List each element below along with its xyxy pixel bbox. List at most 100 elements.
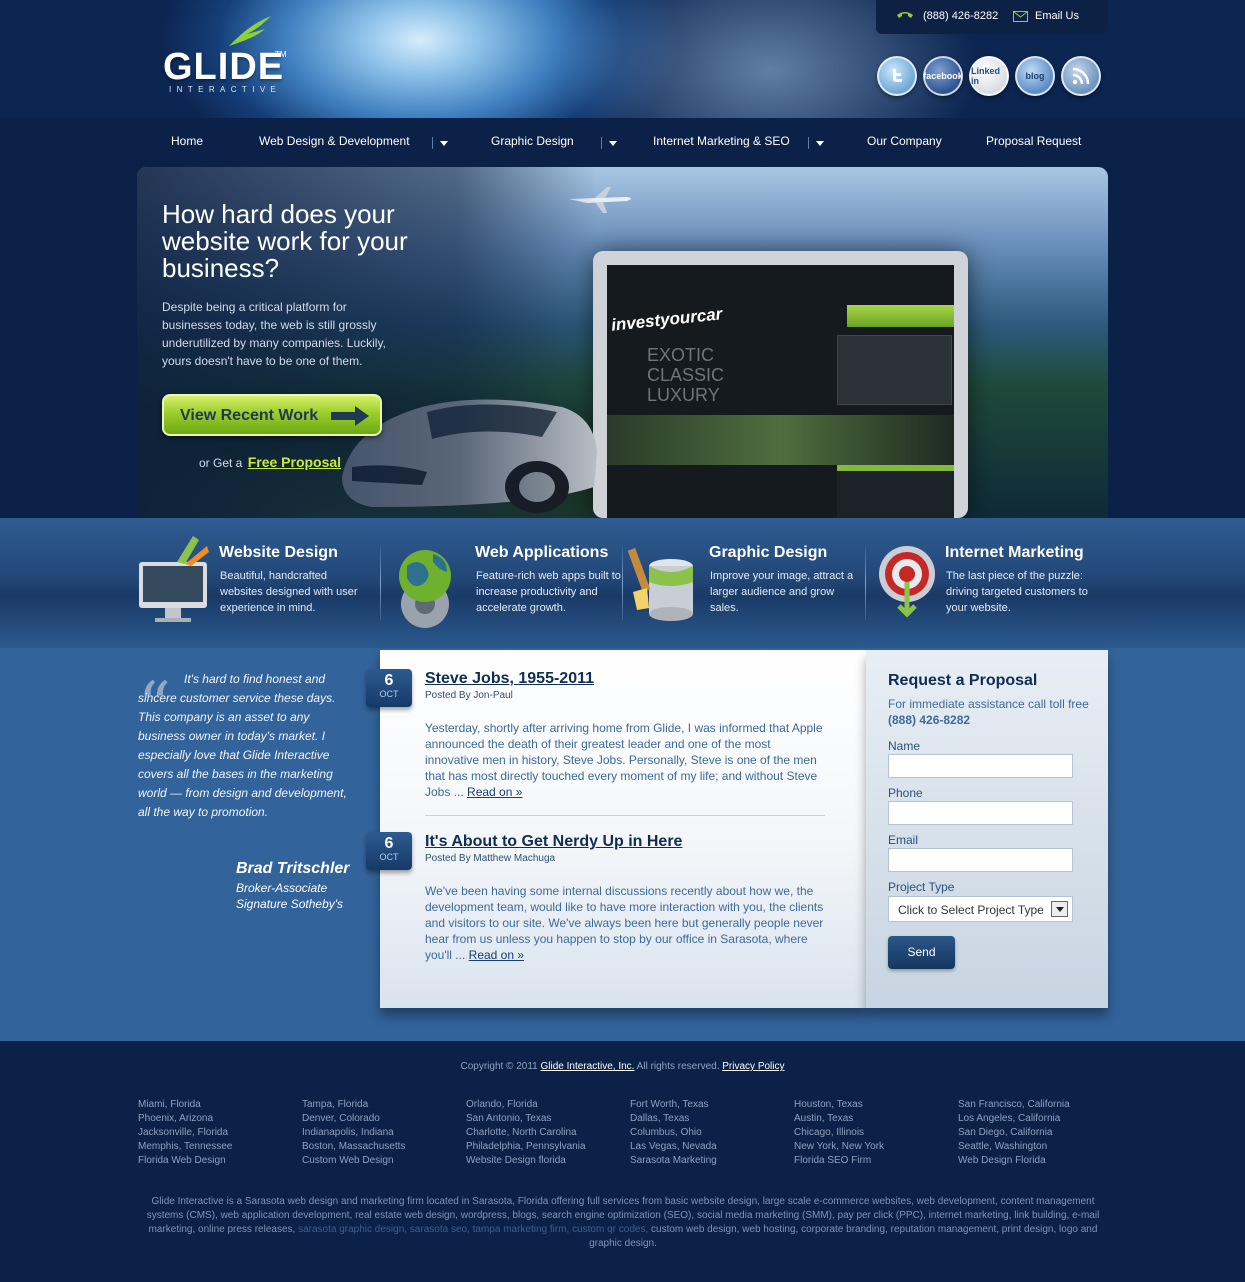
city-link[interactable]: Sarasota Marketing bbox=[630, 1154, 790, 1168]
rights-text: All rights reserved. bbox=[636, 1061, 720, 1072]
read-on-link[interactable]: Read on » bbox=[467, 785, 522, 799]
nav-proposal-request[interactable]: Proposal Request bbox=[986, 134, 1081, 148]
post-title-link[interactable]: Steve Jobs, 1955-2011 bbox=[425, 670, 594, 688]
city-link[interactable]: Boston, Massachusetts bbox=[302, 1140, 462, 1154]
rss-icon[interactable] bbox=[1061, 56, 1101, 96]
privacy-policy-link[interactable]: Privacy Policy bbox=[722, 1061, 784, 1072]
hero-banner: investyourcar EXOTIC CLASSIC LUXURY How … bbox=[137, 167, 1108, 518]
project-type-select[interactable]: Click to Select Project Type bbox=[888, 896, 1073, 922]
facebook-icon[interactable]: facebook bbox=[923, 56, 963, 96]
city-link[interactable]: Columbus, Ohio bbox=[630, 1126, 790, 1140]
free-proposal-link[interactable]: Free Proposal bbox=[248, 454, 341, 470]
blog-icon[interactable]: blog bbox=[1015, 56, 1055, 96]
city-link[interactable]: Las Vegas, Nevada bbox=[630, 1140, 790, 1154]
city-link[interactable]: Charlotte, North Carolina bbox=[466, 1126, 626, 1140]
name-field[interactable] bbox=[888, 754, 1073, 778]
send-button[interactable]: Send bbox=[888, 936, 955, 969]
city-column: Orlando, Florida San Antonio, Texas Charlo… bbox=[466, 1098, 626, 1168]
project-type-label: Project Type bbox=[888, 880, 955, 894]
company-link[interactable]: Glide Interactive, Inc. bbox=[541, 1061, 635, 1072]
about-links[interactable]: sarasota graphic design, sarasota seo, t… bbox=[298, 1224, 648, 1235]
nav-separator bbox=[808, 137, 809, 149]
city-link[interactable]: Phoenix, Arizona bbox=[138, 1112, 298, 1126]
phone-field[interactable] bbox=[888, 801, 1073, 825]
city-link[interactable]: Florida SEO Firm bbox=[794, 1154, 954, 1168]
blog-label: blog bbox=[1025, 71, 1045, 81]
city-link[interactable]: Memphis, Tennessee bbox=[138, 1140, 298, 1154]
city-link[interactable]: Fort Worth, Texas bbox=[630, 1098, 790, 1112]
chevron-down-icon[interactable] bbox=[816, 141, 824, 146]
city-link[interactable]: Florida Web Design bbox=[138, 1154, 298, 1168]
post-day: 6 bbox=[384, 672, 394, 689]
hero-headline: How hard does your website work for your… bbox=[162, 199, 408, 283]
city-link[interactable]: Miami, Florida bbox=[138, 1098, 298, 1112]
showcase-banner-strip bbox=[607, 415, 954, 465]
post-divider bbox=[425, 815, 825, 816]
chevron-down-icon[interactable] bbox=[609, 141, 617, 146]
city-link[interactable]: Philadelphia, Pennsylvania bbox=[466, 1140, 626, 1154]
city-link[interactable]: Web Design Florida bbox=[958, 1154, 1118, 1168]
city-link[interactable]: New York, New York bbox=[794, 1140, 954, 1154]
city-link[interactable]: Website Design florida bbox=[466, 1154, 626, 1168]
service-internet-marketing[interactable]: Internet Marketing The last piece of the… bbox=[863, 518, 1103, 648]
city-link[interactable]: Custom Web Design bbox=[302, 1154, 462, 1168]
free-proposal-prefix: or Get a bbox=[199, 456, 243, 470]
service-title: Graphic Design bbox=[709, 544, 828, 561]
monitor-icon bbox=[139, 536, 209, 622]
nav-home[interactable]: Home bbox=[171, 134, 203, 148]
city-link[interactable]: San Francisco, California bbox=[958, 1098, 1118, 1112]
showcase-words: EXOTIC CLASSIC LUXURY bbox=[647, 345, 724, 405]
nav-our-company[interactable]: Our Company bbox=[867, 134, 942, 148]
service-graphic-design[interactable]: Graphic Design Improve your image, attra… bbox=[627, 518, 867, 648]
city-link[interactable]: Denver, Colorado bbox=[302, 1112, 462, 1126]
city-column: Fort Worth, Texas Dallas, Texas Columbus, … bbox=[630, 1098, 790, 1168]
testimonial-role: Broker-Associate Signature Sotheby's bbox=[236, 880, 343, 912]
service-text: Improve your image, attract a larger aud… bbox=[710, 570, 854, 614]
email-label: Email bbox=[888, 833, 919, 847]
email-us-link[interactable]: Email Us bbox=[1035, 10, 1079, 22]
blog-panel: 6 OCT Steve Jobs, 1955-2011 Posted By Jo… bbox=[366, 650, 866, 1008]
logo-subtitle: INTERACTIVE bbox=[169, 85, 282, 94]
read-on-link[interactable]: Read on » bbox=[469, 948, 524, 962]
service-web-applications[interactable]: Web Applications Feature-rich web apps b… bbox=[393, 518, 633, 648]
email-field[interactable] bbox=[888, 848, 1073, 872]
post-date-badge: 6 OCT bbox=[366, 669, 412, 707]
city-link[interactable]: San Antonio, Texas bbox=[466, 1112, 626, 1126]
testimonial-author: Brad Tritschler bbox=[236, 860, 350, 877]
city-link[interactable]: Orlando, Florida bbox=[466, 1098, 626, 1112]
service-website-design[interactable]: Website Design Beautiful, handcrafted we… bbox=[137, 518, 377, 648]
chevron-down-icon[interactable] bbox=[440, 141, 448, 146]
service-text: Beautiful, handcrafted websites designed… bbox=[220, 570, 358, 614]
city-link[interactable]: Los Angeles, California bbox=[958, 1112, 1118, 1126]
city-link[interactable]: Jacksonville, Florida bbox=[138, 1126, 298, 1140]
logo-trademark: TM bbox=[275, 50, 287, 59]
city-link[interactable]: Indianapolis, Indiana bbox=[302, 1126, 462, 1140]
nav-graphic-design[interactable]: Graphic Design bbox=[491, 134, 574, 148]
nav-internet-marketing-seo[interactable]: Internet Marketing & SEO bbox=[653, 134, 790, 148]
proposal-form: Request a Proposal For immediate assista… bbox=[866, 650, 1108, 1008]
city-link[interactable]: Tampa, Florida bbox=[302, 1098, 462, 1112]
city-column: Tampa, Florida Denver, Colorado Indianapol… bbox=[302, 1098, 462, 1168]
city-link[interactable]: Seattle, Washington bbox=[958, 1140, 1118, 1154]
city-link[interactable]: Dallas, Texas bbox=[630, 1112, 790, 1126]
twitter-icon[interactable] bbox=[877, 56, 917, 96]
city-link[interactable]: San Diego, California bbox=[958, 1126, 1118, 1140]
city-link[interactable]: Houston, Texas bbox=[794, 1098, 954, 1112]
city-link[interactable]: Chicago, Illinois bbox=[794, 1126, 954, 1140]
contact-bar: (888) 426-8282 Email Us bbox=[876, 0, 1108, 34]
nav-web-design-development[interactable]: Web Design & Development bbox=[259, 134, 410, 148]
service-separator bbox=[622, 546, 623, 620]
logo[interactable]: GLIDE TM INTERACTIVE bbox=[163, 14, 303, 104]
view-recent-work-button[interactable]: View Recent Work bbox=[162, 394, 382, 436]
header-phone[interactable]: (888) 426-8282 bbox=[923, 10, 998, 22]
logo-word: GLIDE bbox=[163, 46, 285, 88]
linkedin-icon[interactable]: Linked in bbox=[969, 56, 1009, 96]
proposal-note-text: For immediate assistance call toll free bbox=[888, 697, 1089, 711]
service-text: The last piece of the puzzle: driving ta… bbox=[946, 570, 1088, 614]
services-strip: Website Design Beautiful, handcrafted we… bbox=[0, 518, 1245, 648]
city-link[interactable]: Austin, Texas bbox=[794, 1112, 954, 1126]
post-title-link[interactable]: It's About to Get Nerdy Up in Here bbox=[425, 833, 682, 851]
showcase-brand: investyourcar bbox=[610, 304, 724, 335]
chevron-down-icon[interactable] bbox=[1051, 901, 1068, 917]
header: GLIDE TM INTERACTIVE (888) 426-8282 Emai… bbox=[0, 0, 1245, 118]
